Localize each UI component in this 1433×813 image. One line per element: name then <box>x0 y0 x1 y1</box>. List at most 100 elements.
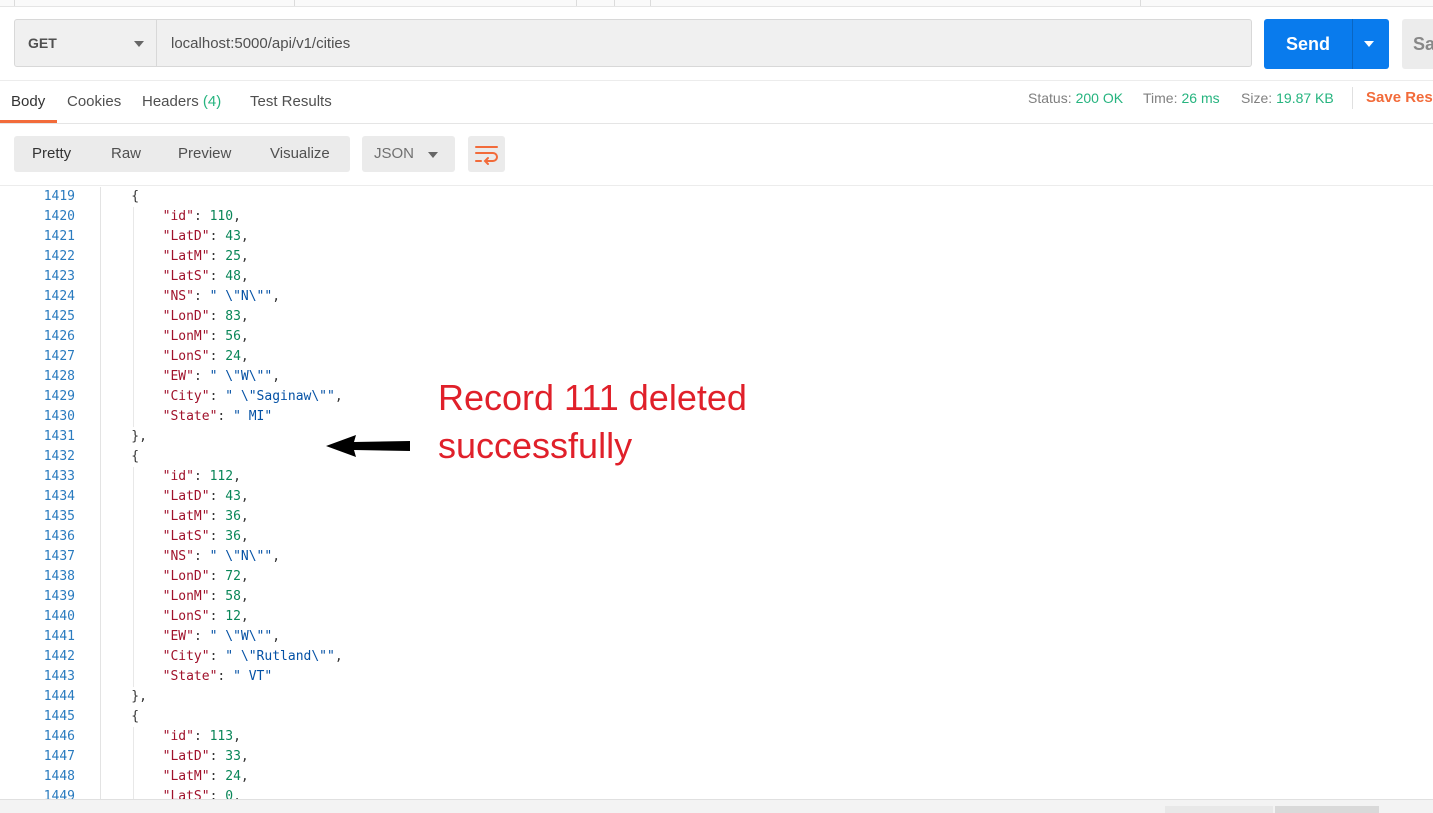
tab-headers-label: Headers <box>142 93 199 110</box>
divider <box>1352 87 1353 109</box>
line-number: 1433 <box>43 469 75 484</box>
annotation-text: Record 111 deleted successfully <box>438 374 747 470</box>
code-text: "LatM": 25, <box>162 249 249 264</box>
format-select[interactable]: JSON <box>362 136 455 172</box>
chevron-down-icon <box>1364 41 1374 47</box>
code-line: 1433 "id": 112, <box>0 467 1433 487</box>
line-number: 1445 <box>43 709 75 724</box>
code-line: 1434 "LatD": 43, <box>0 487 1433 507</box>
code-text: "LonS": 24, <box>162 349 249 364</box>
tab-separator <box>1140 0 1141 6</box>
time-value: 26 ms <box>1181 90 1220 106</box>
code-line: 1425 "LonD": 83, <box>0 307 1433 327</box>
line-number: 1442 <box>43 649 75 664</box>
url-input[interactable]: localhost:5000/api/v1/cities <box>157 19 1252 67</box>
line-number: 1435 <box>43 509 75 524</box>
code-text: "id": 113, <box>162 729 241 744</box>
tab-cookies[interactable]: Cookies <box>67 93 121 110</box>
tab-separator <box>576 0 577 6</box>
wrap-lines-icon <box>475 146 498 165</box>
code-text: "EW": " \"W\"", <box>162 369 281 384</box>
annotation-line: Record 111 deleted <box>438 377 747 418</box>
line-number: 1449 <box>43 789 75 799</box>
line-number: 1431 <box>43 429 75 444</box>
line-number: 1424 <box>43 289 75 304</box>
tab-separator <box>614 0 615 6</box>
code-text: }, <box>100 429 147 444</box>
line-number: 1437 <box>43 549 75 564</box>
code-text: "LonS": 12, <box>162 609 249 624</box>
code-text: "LonM": 56, <box>162 329 249 344</box>
line-number: 1446 <box>43 729 75 744</box>
size-info: Size: 19.87 KB <box>1241 90 1334 106</box>
arrow-left-icon <box>326 435 410 457</box>
line-number: 1429 <box>43 389 75 404</box>
code-line: 1441 "EW": " \"W\"", <box>0 627 1433 647</box>
size-value: 19.87 KB <box>1276 90 1334 106</box>
line-number: 1421 <box>43 229 75 244</box>
line-number: 1425 <box>43 309 75 324</box>
save-response-button[interactable]: Save Resp <box>1366 89 1433 106</box>
code-text: "LatD": 43, <box>162 229 249 244</box>
wrap-lines-button[interactable] <box>468 136 505 172</box>
line-number: 1432 <box>43 449 75 464</box>
code-line: 1448 "LatM": 24, <box>0 767 1433 787</box>
tab-test-results[interactable]: Test Results <box>250 93 332 110</box>
code-line: 1440 "LonS": 12, <box>0 607 1433 627</box>
tab-headers[interactable]: Headers (4) <box>142 93 221 110</box>
line-number: 1422 <box>43 249 75 264</box>
line-number: 1447 <box>43 749 75 764</box>
code-line: 1439 "LonM": 58, <box>0 587 1433 607</box>
line-number: 1436 <box>43 529 75 544</box>
code-text: "LonM": 58, <box>162 589 249 604</box>
code-text: "State": " MI" <box>162 409 273 424</box>
code-line: 1442 "City": " \"Rutland\"", <box>0 647 1433 667</box>
code-text: "EW": " \"W\"", <box>162 629 281 644</box>
size-label: Size: <box>1241 90 1273 106</box>
chevron-down-icon <box>428 152 438 158</box>
code-line: 1435 "LatM": 36, <box>0 507 1433 527</box>
code-text: "City": " \"Saginaw\"", <box>162 389 343 404</box>
line-number: 1440 <box>43 609 75 624</box>
annotation-line: successfully <box>438 425 633 466</box>
line-number: 1423 <box>43 269 75 284</box>
line-number: 1443 <box>43 669 75 684</box>
code-text: "LatD": 43, <box>162 489 249 504</box>
send-options-button[interactable] <box>1352 19 1389 69</box>
code-line: 1424 "NS": " \"N\"", <box>0 287 1433 307</box>
code-text: "LatS": 0, <box>162 789 241 799</box>
view-pretty-button[interactable]: Pretty <box>32 145 71 162</box>
send-button[interactable]: Send <box>1264 19 1352 69</box>
save-button[interactable]: Sa <box>1402 19 1433 69</box>
view-raw-button[interactable]: Raw <box>111 145 141 162</box>
code-text: "NS": " \"N\"", <box>162 549 281 564</box>
line-number: 1448 <box>43 769 75 784</box>
line-number: 1426 <box>43 329 75 344</box>
code-line: 1421 "LatD": 43, <box>0 227 1433 247</box>
active-tab-indicator <box>0 120 57 123</box>
code-line: 1447 "LatD": 33, <box>0 747 1433 767</box>
view-visualize-button[interactable]: Visualize <box>270 145 330 162</box>
view-preview-button[interactable]: Preview <box>178 145 231 162</box>
code-line: 1419 { <box>0 187 1433 207</box>
code-text: { <box>100 189 140 204</box>
line-number: 1438 <box>43 569 75 584</box>
line-number: 1434 <box>43 489 75 504</box>
code-line: 1423 "LatS": 48, <box>0 267 1433 287</box>
code-text: { <box>100 449 140 464</box>
code-text: "LatM": 24, <box>162 769 249 784</box>
chevron-down-icon <box>134 41 144 47</box>
line-number: 1430 <box>43 409 75 424</box>
tab-separator <box>650 0 651 6</box>
tab-separator <box>14 0 15 6</box>
code-line: 1437 "NS": " \"N\"", <box>0 547 1433 567</box>
code-line: 1427 "LonS": 24, <box>0 347 1433 367</box>
method-select[interactable]: GET <box>14 19 157 67</box>
line-number: 1441 <box>43 629 75 644</box>
code-text: "LatM": 36, <box>162 509 249 524</box>
tab-body[interactable]: Body <box>11 93 45 110</box>
time-label: Time: <box>1143 90 1178 106</box>
response-body-viewer[interactable]: 1419 {1420 "id": 110, 1421 "LatD": 43, 142… <box>0 187 1433 799</box>
status-bar <box>0 799 1433 813</box>
code-line: 1444 }, <box>0 687 1433 707</box>
